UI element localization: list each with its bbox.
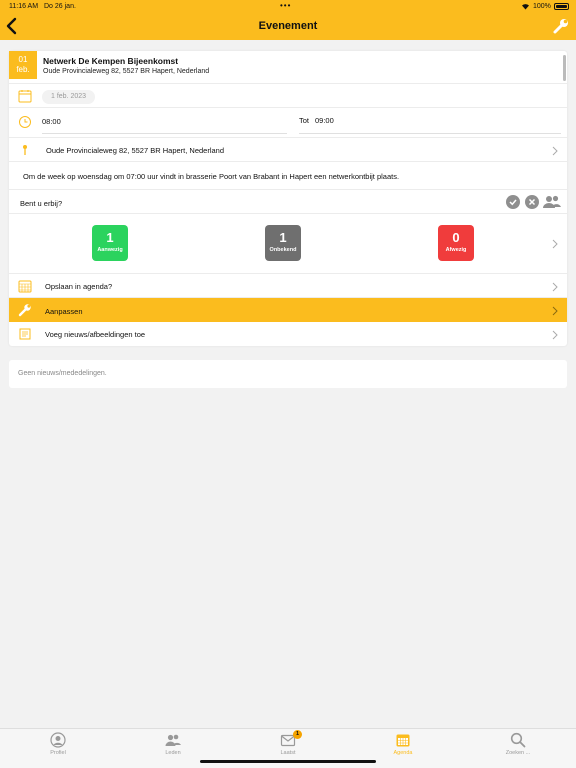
event-title: Netwerk De Kempen Bijeenkomst bbox=[43, 56, 179, 66]
calendar-icon bbox=[396, 734, 410, 747]
multitask-dots-icon[interactable]: ••• bbox=[280, 1, 291, 10]
calendar-grid-icon bbox=[18, 280, 32, 293]
counter-present-value: 1 bbox=[106, 230, 114, 245]
time-row: 08:00 Tot 09:00 bbox=[9, 107, 567, 137]
counter-absent-value: 0 bbox=[452, 230, 460, 245]
event-description: Om de week op woensdag om 07:00 uur vind… bbox=[23, 172, 400, 181]
wrench-icon bbox=[18, 304, 31, 317]
counter-unknown[interactable]: 1 Onbekend bbox=[265, 225, 301, 261]
start-time-field[interactable]: 08:00 bbox=[42, 117, 61, 126]
end-time-field[interactable]: 09:00 bbox=[315, 116, 334, 125]
tab-latest[interactable]: 1 Laatst bbox=[258, 730, 318, 756]
date-field[interactable]: 1 feb. 2023 bbox=[42, 90, 96, 104]
news-card: Geen nieuws/mededelingen. bbox=[9, 360, 567, 388]
tab-search-label: Zoeken ... bbox=[505, 750, 531, 756]
start-time-underline bbox=[42, 133, 287, 134]
chevron-right-icon bbox=[552, 282, 558, 292]
counter-unknown-value: 1 bbox=[279, 230, 287, 245]
attendees-icon[interactable] bbox=[543, 194, 561, 210]
search-icon bbox=[510, 732, 526, 748]
edit-label: Aanpassen bbox=[45, 307, 83, 316]
event-address: Oude Provincialeweg 82, 5527 BR Hapert, … bbox=[43, 68, 210, 75]
page-title: Evenement bbox=[258, 20, 318, 32]
tab-agenda[interactable]: Agenda bbox=[373, 732, 433, 756]
location-row[interactable]: Oude Provincialeweg 82, 5527 BR Hapert, … bbox=[9, 137, 567, 161]
chevron-right-icon bbox=[552, 239, 558, 249]
wrench-icon[interactable] bbox=[552, 17, 570, 35]
edit-row[interactable]: Aanpassen bbox=[9, 297, 567, 322]
save-agenda-label: Opslaan in agenda? bbox=[45, 282, 113, 291]
status-bar: 11:16 AM Do 26 jan. ••• 100% bbox=[0, 0, 576, 14]
attendance-row: Bent u erbij? bbox=[9, 189, 567, 213]
status-time: 11:16 AM bbox=[9, 3, 39, 10]
clock-icon bbox=[19, 116, 31, 128]
end-time-label: Tot bbox=[299, 116, 310, 125]
location-pin-icon bbox=[23, 145, 27, 155]
tab-profile-label: Profiel bbox=[50, 750, 66, 756]
close-icon bbox=[528, 198, 536, 206]
tab-profile[interactable]: Profiel bbox=[28, 732, 88, 756]
chevron-right-icon bbox=[552, 146, 558, 156]
navigation-bar: Evenement bbox=[0, 14, 576, 40]
attendance-question: Bent u erbij? bbox=[20, 199, 63, 208]
tab-members[interactable]: Leden bbox=[143, 732, 203, 756]
tab-search[interactable]: Zoeken ... bbox=[488, 732, 548, 756]
tab-agenda-label: Agenda bbox=[393, 750, 413, 756]
chevron-right-icon bbox=[552, 330, 558, 340]
tab-latest-badge: 1 bbox=[293, 730, 302, 739]
home-indicator[interactable] bbox=[200, 760, 376, 763]
date-row: 1 feb. 2023 bbox=[9, 83, 567, 107]
wifi-icon bbox=[521, 2, 530, 12]
counter-present[interactable]: 1 Aanwezig bbox=[92, 225, 128, 261]
profile-icon bbox=[50, 732, 66, 748]
counter-absent-label: Afwezig bbox=[445, 247, 467, 253]
add-news-row[interactable]: Voeg nieuws/afbeeldingen toe bbox=[9, 322, 567, 346]
attendance-counters-row[interactable]: 1 Aanwezig 1 Onbekend 0 Afwezig bbox=[9, 213, 567, 273]
description-row: Om de week op woensdag om 07:00 uur vind… bbox=[9, 161, 567, 189]
event-month: feb. bbox=[16, 65, 30, 74]
add-news-label: Voeg nieuws/afbeeldingen toe bbox=[45, 330, 146, 339]
counter-present-label: Aanwezig bbox=[97, 247, 123, 253]
chevron-right-icon bbox=[552, 306, 558, 316]
battery-percent: 100% bbox=[533, 3, 551, 10]
scrollbar[interactable] bbox=[563, 55, 566, 81]
counter-unknown-label: Onbekend bbox=[269, 247, 297, 253]
event-date-badge: 01 feb. bbox=[9, 51, 37, 79]
battery-icon bbox=[554, 3, 569, 10]
event-card: 01 feb. Netwerk De Kempen Bijeenkomst Ou… bbox=[9, 51, 567, 346]
check-icon bbox=[509, 199, 517, 206]
members-icon bbox=[165, 734, 181, 746]
decline-button[interactable] bbox=[525, 195, 539, 209]
event-day: 01 bbox=[18, 55, 28, 64]
newspaper-icon bbox=[19, 328, 31, 340]
counter-absent[interactable]: 0 Afwezig bbox=[438, 225, 474, 261]
end-time-underline bbox=[299, 133, 561, 134]
calendar-icon bbox=[18, 90, 32, 103]
news-empty-text: Geen nieuws/mededelingen. bbox=[18, 370, 107, 377]
status-date: Do 26 jan. bbox=[44, 3, 76, 10]
save-agenda-row[interactable]: Opslaan in agenda? bbox=[9, 273, 567, 297]
location-text: Oude Provincialeweg 82, 5527 BR Hapert, … bbox=[46, 146, 225, 155]
tab-members-label: Leden bbox=[165, 750, 181, 756]
tab-latest-label: Laatst bbox=[280, 750, 296, 756]
accept-button[interactable] bbox=[506, 195, 520, 209]
